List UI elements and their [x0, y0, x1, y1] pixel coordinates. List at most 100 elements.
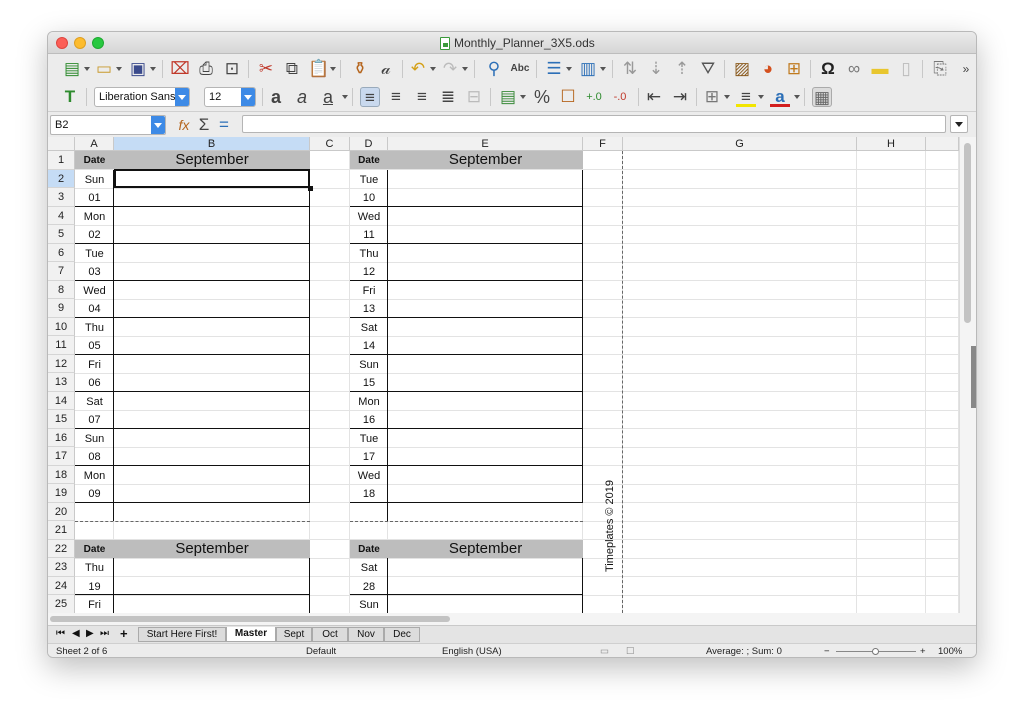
day-note-cell[interactable] [388, 318, 583, 355]
day-note-cell[interactable] [114, 318, 310, 355]
spelling-icon[interactable]: Abc [510, 59, 530, 79]
background-color-icon[interactable]: ≡ [736, 87, 756, 107]
sheet-tab-master[interactable]: Master [226, 627, 276, 642]
sheet-tab-nov[interactable]: Nov [348, 627, 384, 642]
row-header[interactable]: 8 [48, 280, 75, 299]
row-icon[interactable]: ☰ [544, 59, 564, 79]
day-note-cell[interactable] [114, 355, 310, 392]
redo-icon[interactable]: ↷ [440, 59, 460, 79]
formula-input[interactable] [242, 115, 946, 133]
horizontal-scrollbar[interactable] [48, 613, 976, 625]
cut-icon[interactable]: ✂ [256, 59, 276, 79]
day-note-cell[interactable] [114, 244, 310, 281]
day-note-cell[interactable] [388, 207, 583, 244]
more-toolbar-icon[interactable]: » [960, 59, 972, 79]
sheet-tab-oct[interactable]: Oct [312, 627, 348, 642]
day-note-cell[interactable] [388, 355, 583, 392]
horizontal-scrollbar-thumb[interactable] [50, 616, 450, 622]
day-note-cell[interactable] [114, 392, 310, 429]
day-note-cell[interactable] [388, 392, 583, 429]
decrease-indent-icon[interactable]: ⇤ [644, 87, 664, 107]
undo-icon[interactable]: ↶ [408, 59, 428, 79]
font-color-icon[interactable]: a [770, 87, 790, 107]
row-header[interactable]: 25 [48, 595, 75, 613]
fill-handle[interactable] [308, 186, 313, 191]
align-right-icon[interactable]: ≡ [412, 87, 432, 107]
vertical-scrollbar-thumb[interactable] [964, 143, 971, 323]
column-header[interactable]: D [350, 137, 388, 151]
row-header[interactable]: 22 [48, 539, 75, 558]
day-note-cell[interactable] [388, 466, 583, 503]
chevron-down-icon[interactable] [151, 116, 165, 134]
sort-ascending-icon[interactable]: ⇣ [646, 59, 666, 79]
formula-icon[interactable]: = [214, 115, 234, 135]
function-wizard-icon[interactable]: fx [174, 115, 194, 135]
prev-sheet-icon[interactable]: ◀ [72, 628, 80, 639]
day-note-cell[interactable] [114, 429, 310, 466]
page-style[interactable]: Default [306, 644, 336, 657]
column-header[interactable]: E [388, 137, 583, 151]
expand-formula-button[interactable] [950, 115, 968, 133]
day-note-cell[interactable] [114, 466, 310, 503]
select-all-corner[interactable] [48, 137, 75, 151]
underline-icon[interactable]: a [318, 87, 338, 107]
chevron-down-icon[interactable] [330, 67, 336, 71]
day-note-cell[interactable] [114, 595, 310, 613]
header-footer-icon[interactable]: ▯ [896, 59, 916, 79]
next-sheet-icon[interactable]: ▶ [86, 628, 94, 639]
align-left-icon[interactable]: ≡ [360, 87, 380, 107]
column-icon[interactable]: ▥ [578, 59, 598, 79]
row-header[interactable]: 17 [48, 447, 75, 466]
insert-chart-icon[interactable]: ◕ [758, 59, 778, 79]
row-header[interactable]: 24 [48, 576, 75, 595]
row-header[interactable]: 13 [48, 373, 75, 392]
add-decimal-icon[interactable]: +.0 [584, 87, 604, 107]
row-header[interactable]: 15 [48, 410, 75, 429]
vertical-scrollbar[interactable] [959, 137, 976, 613]
clone-formatting-icon[interactable]: ⚱ [350, 59, 370, 79]
justify-icon[interactable]: ≣ [438, 87, 458, 107]
currency-format-icon[interactable]: ▤ [498, 87, 518, 107]
font-name-combo[interactable]: Liberation Sans [94, 87, 190, 107]
font-size-combo[interactable]: 12 [204, 87, 256, 107]
define-print-area-icon[interactable]: ⎘ [930, 59, 950, 79]
find-replace-icon[interactable]: ⚲ [484, 59, 504, 79]
borders-icon[interactable]: ⊞ [702, 87, 722, 107]
language[interactable]: English (USA) [442, 644, 502, 657]
day-note-cell[interactable] [388, 281, 583, 318]
align-center-icon[interactable]: ≡ [386, 87, 406, 107]
chevron-down-icon[interactable] [116, 67, 122, 71]
row-header[interactable]: 11 [48, 336, 75, 355]
chevron-down-icon[interactable] [566, 67, 572, 71]
chevron-down-icon[interactable] [175, 88, 189, 106]
last-sheet-icon[interactable]: ⏭ [100, 628, 109, 639]
day-note-cell[interactable] [388, 429, 583, 466]
delete-decimal-icon[interactable]: -.0 [610, 87, 630, 107]
pivot-table-icon[interactable]: ⊞ [784, 59, 804, 79]
row-header[interactable]: 10 [48, 317, 75, 336]
day-note-cell[interactable] [114, 281, 310, 318]
row-header[interactable]: 19 [48, 484, 75, 503]
zoom-slider-knob[interactable] [872, 648, 879, 655]
row-header[interactable]: 18 [48, 465, 75, 484]
row-header[interactable]: 2 [48, 169, 75, 188]
chevron-down-icon[interactable] [462, 67, 468, 71]
chevron-down-icon[interactable] [600, 67, 606, 71]
chevron-down-icon[interactable] [794, 95, 800, 99]
row-header[interactable]: 3 [48, 188, 75, 207]
column-header[interactable]: A [75, 137, 114, 151]
sort-icon[interactable]: ⇅ [620, 59, 640, 79]
sidebar-toggle-handle[interactable] [971, 346, 976, 408]
hyperlink-icon[interactable]: ∞ [844, 59, 864, 79]
zoom-window-button[interactable] [92, 37, 104, 49]
row-header[interactable]: 14 [48, 391, 75, 410]
paste-icon[interactable]: 📋 [308, 59, 329, 79]
chevron-down-icon[interactable] [520, 95, 526, 99]
chevron-down-icon[interactable] [430, 67, 436, 71]
day-note-cell[interactable] [388, 244, 583, 281]
row-header[interactable]: 1 [48, 151, 75, 170]
column-header[interactable]: G [623, 137, 857, 151]
comment-icon[interactable]: ▬ [870, 59, 890, 79]
row-header[interactable]: 12 [48, 354, 75, 373]
italic-icon[interactable]: a [292, 87, 312, 107]
